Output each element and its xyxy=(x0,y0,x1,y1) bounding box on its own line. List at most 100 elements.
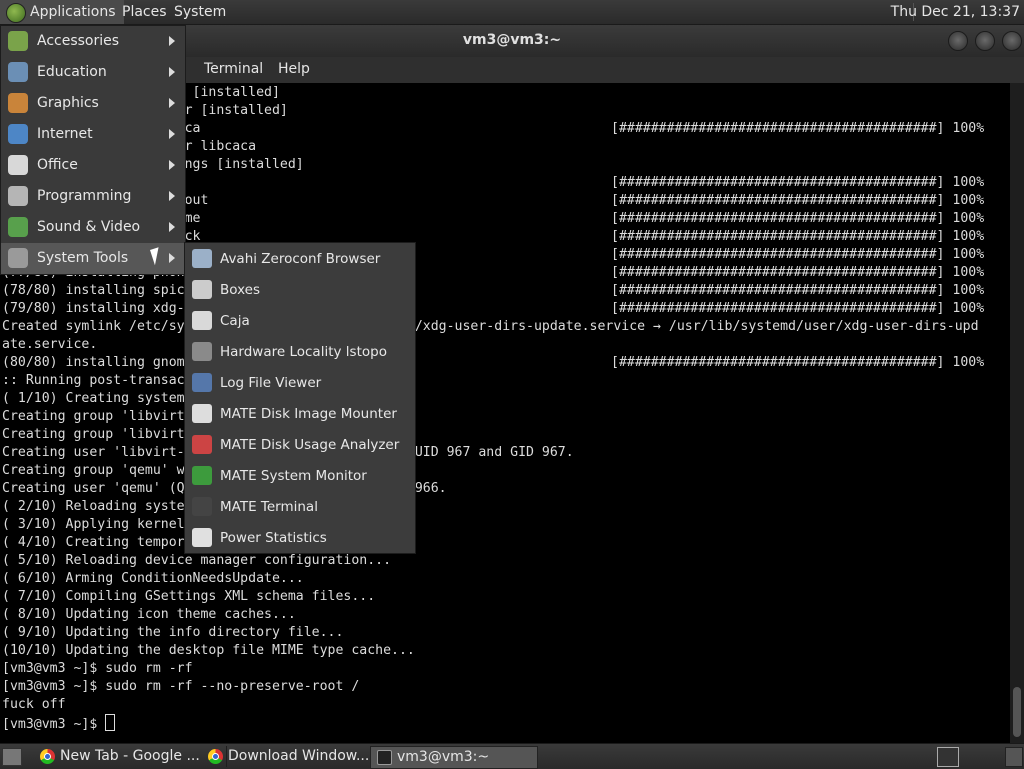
progress-bar-text: [#######################################… xyxy=(611,301,985,316)
boxes-icon xyxy=(192,280,212,299)
submenu-arrow-icon xyxy=(169,222,175,232)
caja-icon xyxy=(192,311,212,330)
submenu-item-label: Hardware Locality lstopo xyxy=(220,344,387,360)
submenu-item-disk-usage[interactable]: MATE Disk Usage Analyzer xyxy=(185,429,415,460)
submenu-item-label: MATE System Monitor xyxy=(220,468,367,484)
terminal-line: (80/80) installing gnom xyxy=(2,355,185,370)
bottom-taskbar: New Tab - Google ... Download Window... … xyxy=(0,743,1024,769)
submenu-item-power-stats[interactable]: Power Statistics xyxy=(185,522,415,553)
system-tools-submenu: Avahi Zeroconf Browser Boxes Caja Hardware … xyxy=(184,242,416,554)
menu-item-label: Accessories xyxy=(37,33,120,49)
top-panel: Applications Places System Thu Dec 21, 1… xyxy=(0,0,1024,25)
progress-bar-text: [#######################################… xyxy=(611,247,985,262)
system-monitor-icon xyxy=(192,466,212,485)
submenu-item-label: MATE Terminal xyxy=(220,499,318,515)
submenu-item-label: Caja xyxy=(220,313,250,329)
terminal-scrollbar[interactable] xyxy=(1010,83,1024,743)
submenu-arrow-icon xyxy=(169,67,175,77)
menu-item-label: Internet xyxy=(37,126,93,142)
submenu-arrow-icon xyxy=(169,129,175,139)
task-new-tab[interactable]: New Tab - Google ... xyxy=(34,746,227,767)
submenu-item-avahi[interactable]: Avahi Zeroconf Browser xyxy=(185,243,415,274)
terminal-line: Creating group 'libvirt xyxy=(2,427,185,442)
progress-bar-text: [#######################################… xyxy=(611,121,985,136)
menu-item-sound-video[interactable]: Sound & Video xyxy=(1,212,185,243)
menu-item-label: Programming xyxy=(37,188,132,204)
menu-terminal[interactable]: Terminal xyxy=(204,61,263,77)
submenu-arrow-icon xyxy=(169,253,175,263)
menu-item-label: System Tools xyxy=(37,250,129,266)
submenu-item-label: Boxes xyxy=(220,282,261,298)
avahi-icon xyxy=(192,249,212,268)
terminal-icon xyxy=(192,497,212,516)
sound-video-icon xyxy=(8,217,28,237)
terminal-icon xyxy=(377,750,392,765)
terminal-cursor xyxy=(105,714,116,731)
system-menu-button[interactable]: System xyxy=(166,0,234,24)
chrome-icon xyxy=(208,749,223,764)
terminal-line: ( 9/10) Updating the info directory file… xyxy=(2,625,344,640)
submenu-arrow-icon xyxy=(169,191,175,201)
office-icon xyxy=(8,155,28,175)
terminal-line: (78/80) installing spic xyxy=(2,283,185,298)
submenu-item-terminal[interactable]: MATE Terminal xyxy=(185,491,415,522)
submenu-item-caja[interactable]: Caja xyxy=(185,305,415,336)
menu-item-label: Education xyxy=(37,64,107,80)
submenu-item-disk-mounter[interactable]: MATE Disk Image Mounter xyxy=(185,398,415,429)
menu-item-education[interactable]: Education xyxy=(1,57,185,88)
system-tools-icon xyxy=(8,248,28,268)
terminal-line: (79/80) installing xdg- xyxy=(2,301,185,316)
submenu-item-log-viewer[interactable]: Log File Viewer xyxy=(185,367,415,398)
progress-bar-text: [#######################################… xyxy=(611,211,985,226)
log-viewer-icon xyxy=(192,373,212,392)
menu-item-graphics[interactable]: Graphics xyxy=(1,88,185,119)
applications-menu-button[interactable]: Applications xyxy=(0,0,124,24)
submenu-item-label: MATE Disk Usage Analyzer xyxy=(220,437,400,453)
chrome-icon xyxy=(40,749,55,764)
menu-help[interactable]: Help xyxy=(278,61,310,77)
show-desktop-icon[interactable] xyxy=(2,748,22,766)
submenu-item-system-monitor[interactable]: MATE System Monitor xyxy=(185,460,415,491)
terminal-line: ( 2/10) Reloading syste xyxy=(2,499,185,514)
terminal-line: ( 3/10) Applying kernel xyxy=(2,517,185,532)
applications-label: Applications xyxy=(30,4,116,20)
task-label: Download Window... xyxy=(228,748,370,764)
terminal-line: ( 8/10) Updating icon theme caches... xyxy=(2,607,296,622)
task-download-window[interactable]: Download Window... xyxy=(202,746,395,767)
clock[interactable]: Thu Dec 21, 13:37 xyxy=(891,0,1020,24)
terminal-line: Created symlink /etc/sy nts/xdg-user-dir… xyxy=(2,319,979,334)
workspace-switcher-icon[interactable] xyxy=(937,747,959,767)
terminal-line: [vm3@vm3 ~]$ sudo rm -rf --no-preserve-r… xyxy=(2,679,360,694)
menu-item-office[interactable]: Office xyxy=(1,150,185,181)
terminal-line: (10/10) Updating the desktop file MIME t… xyxy=(2,643,415,658)
terminal-line: Creating group 'libvirt xyxy=(2,409,185,424)
terminal-line: ( 4/10) Creating tempor xyxy=(2,535,185,550)
terminal-line: ( 6/10) Arming ConditionNeedsUpdate... xyxy=(2,571,304,586)
terminal-line: ( 5/10) Reloading device manager configu… xyxy=(2,553,392,568)
close-icon[interactable] xyxy=(1002,31,1022,51)
internet-icon xyxy=(8,124,28,144)
applications-menu: Accessories Education Graphics Internet Offi… xyxy=(0,25,186,275)
maximize-icon[interactable] xyxy=(975,31,995,51)
submenu-arrow-icon xyxy=(169,98,175,108)
terminal-line: Creating group 'qemu' w xyxy=(2,463,185,478)
menu-item-accessories[interactable]: Accessories xyxy=(1,26,185,57)
task-terminal[interactable]: vm3@vm3:~ xyxy=(370,746,538,769)
progress-bar-text: [#######################################… xyxy=(611,229,985,244)
menu-item-internet[interactable]: Internet xyxy=(1,119,185,150)
terminal-line: [vm3@vm3 ~]$ sudo rm -rf xyxy=(2,661,193,676)
window-title: vm3@vm3:~ xyxy=(462,32,562,48)
submenu-arrow-icon xyxy=(169,160,175,170)
accessories-icon xyxy=(8,31,28,51)
trash-icon[interactable] xyxy=(1005,747,1023,767)
submenu-item-boxes[interactable]: Boxes xyxy=(185,274,415,305)
menu-item-programming[interactable]: Programming xyxy=(1,181,185,212)
minimize-icon[interactable] xyxy=(948,31,968,51)
menu-item-label: Sound & Video xyxy=(37,219,141,235)
submenu-item-lstopo[interactable]: Hardware Locality lstopo xyxy=(185,336,415,367)
scrollbar-thumb[interactable] xyxy=(1013,687,1021,737)
power-stats-icon xyxy=(192,528,212,547)
submenu-item-label: Power Statistics xyxy=(220,530,327,546)
terminal-line: ate.service. xyxy=(2,337,98,352)
disk-usage-icon xyxy=(192,435,212,454)
